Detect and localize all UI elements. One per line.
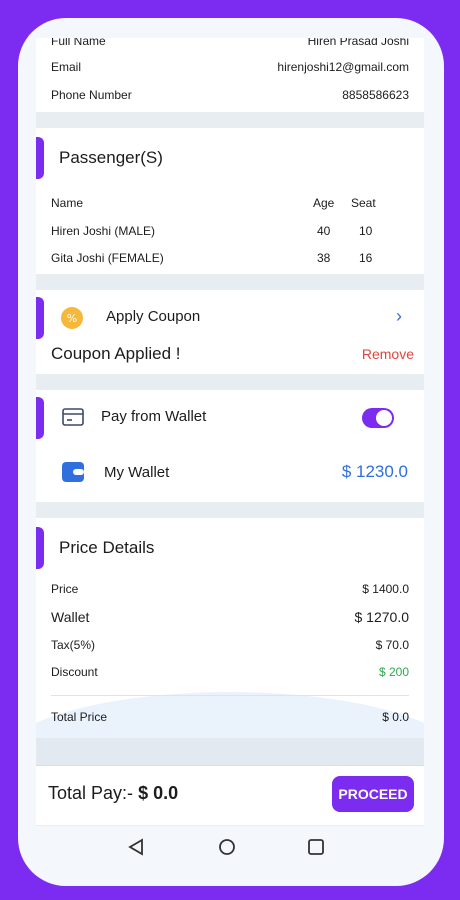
- toggle-knob: [376, 410, 392, 426]
- passenger-name: Hiren Joshi (MALE): [51, 224, 156, 238]
- card-icon: [62, 408, 84, 426]
- price-label: Price: [51, 582, 79, 596]
- total-pay-value: $ 0.0: [138, 783, 179, 803]
- my-wallet-label: My Wallet: [104, 464, 170, 481]
- full-name-label: Full Name: [51, 38, 106, 48]
- accent-bar: [36, 137, 44, 179]
- passenger-card: Passenger(S) Name Age Seat Hiren Joshi (…: [36, 128, 424, 274]
- tax-value: $ 70.0: [375, 638, 409, 652]
- phone-label: Phone Number: [51, 88, 132, 102]
- wallet-label: Wallet: [51, 609, 90, 625]
- chevron-right-icon[interactable]: ›: [396, 306, 402, 327]
- divider: [51, 695, 409, 696]
- price-card: Price Details Price $ 1400.0 Wallet $ 12…: [36, 518, 424, 738]
- contact-card: Full Name Hiren Prasad Joshi Email hiren…: [36, 38, 424, 112]
- full-name-value: Hiren Prasad Joshi: [307, 38, 409, 48]
- total-price-label: Total Price: [51, 710, 108, 724]
- total-price-row: Total Price $ 0.0: [51, 710, 409, 724]
- total-price-value: $ 0.0: [382, 710, 409, 724]
- total-pay-text: Total Pay:- $ 0.0: [48, 783, 178, 804]
- android-nav-bar: [36, 826, 424, 868]
- tax-label: Tax(5%): [51, 638, 96, 652]
- checkout-footer: Total Pay:- $ 0.0 PROCEED: [36, 765, 424, 825]
- accent-bar: [36, 297, 44, 339]
- passenger-header-row: Name Age Seat: [51, 196, 409, 210]
- passenger-seat: 10: [359, 224, 373, 238]
- accent-bar: [36, 397, 44, 439]
- wallet-toggle[interactable]: [362, 408, 394, 428]
- recents-icon[interactable]: [307, 838, 325, 861]
- proceed-button[interactable]: PROCEED: [332, 776, 414, 812]
- coupon-icon: %: [60, 306, 84, 330]
- apply-coupon-label[interactable]: Apply Coupon: [106, 308, 200, 325]
- discount-value: $ 200: [378, 665, 409, 679]
- phone-value: 8858586623: [342, 88, 409, 102]
- svg-text:%: %: [67, 312, 77, 325]
- spacer-band: [36, 738, 424, 768]
- col-seat: Seat: [351, 196, 376, 210]
- email-label: Email: [51, 60, 82, 74]
- email-row: Email hirenjoshi12@gmail.com: [51, 60, 409, 74]
- coupon-applied-text: Coupon Applied !: [51, 344, 181, 363]
- price-row: Price $ 1400.0: [51, 582, 409, 596]
- discount-row: Discount $ 200: [51, 665, 409, 679]
- wallet-row: Wallet $ 1270.0: [51, 609, 409, 625]
- wallet-icon: [62, 462, 84, 482]
- full-name-row: Full Name Hiren Prasad Joshi: [51, 38, 409, 48]
- price-value: $ 1400.0: [362, 582, 409, 596]
- passenger-title: Passenger(S): [59, 148, 163, 167]
- passenger-age: 38: [317, 251, 331, 265]
- passenger-seat: 16: [359, 251, 373, 265]
- col-age: Age: [313, 196, 335, 210]
- wallet-card: Pay from Wallet My Wallet $ 1230.0: [36, 390, 424, 502]
- email-value: hirenjoshi12@gmail.com: [277, 60, 409, 74]
- passenger-age: 40: [317, 224, 331, 238]
- col-name: Name: [51, 196, 84, 210]
- back-icon[interactable]: [128, 838, 144, 861]
- price-details-title: Price Details: [59, 538, 155, 557]
- coupon-card[interactable]: % Apply Coupon › Coupon Applied ! Remove: [36, 290, 424, 374]
- pay-from-wallet-label: Pay from Wallet: [101, 408, 207, 425]
- passenger-name: Gita Joshi (FEMALE): [51, 251, 164, 265]
- passenger-row: Hiren Joshi (MALE) 40 10: [51, 224, 409, 238]
- total-pay-label: Total Pay:-: [48, 783, 134, 803]
- wallet-value: $ 1270.0: [354, 609, 410, 625]
- discount-label: Discount: [51, 665, 98, 679]
- phone-row: Phone Number 8858586623: [51, 88, 409, 102]
- home-icon[interactable]: [218, 838, 236, 861]
- passenger-row: Gita Joshi (FEMALE) 38 16: [51, 251, 409, 265]
- remove-coupon-button[interactable]: Remove: [362, 346, 414, 362]
- accent-bar: [36, 527, 44, 569]
- wallet-balance: $ 1230.0: [341, 462, 408, 481]
- tax-row: Tax(5%) $ 70.0: [51, 638, 409, 652]
- checkout-screen: Full Name Hiren Prasad Joshi Email hiren…: [36, 38, 424, 868]
